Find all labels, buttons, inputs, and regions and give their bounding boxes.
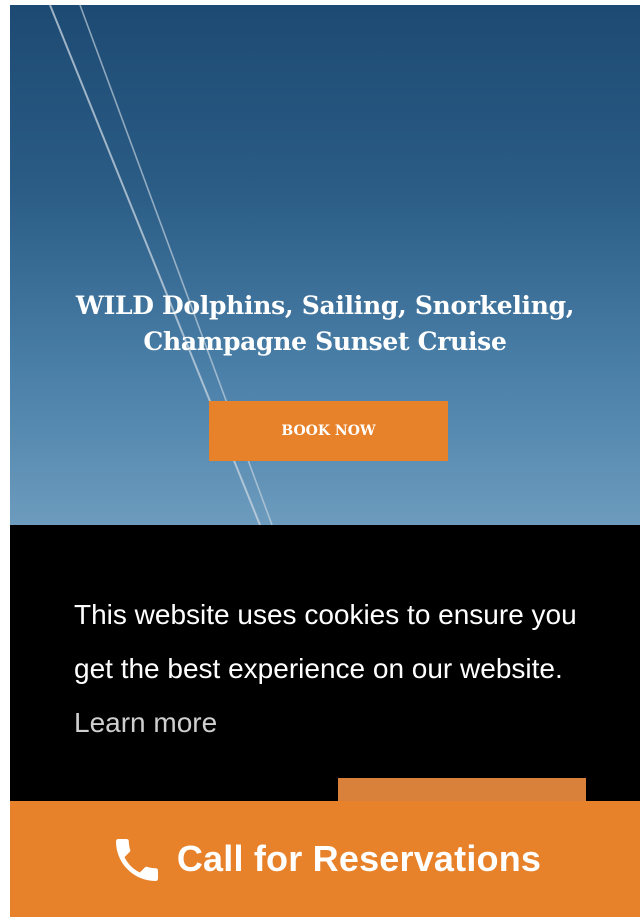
- book-now-button[interactable]: BOOK NOW: [209, 401, 448, 461]
- call-for-reservations-label: Call for Reservations: [176, 838, 542, 879]
- hero-title-line-2: Champagne Sunset Cruise: [143, 327, 507, 356]
- cookie-message-text: This website uses cookies to ensure you …: [74, 599, 577, 684]
- page: WILD Dolphins, Sailing, Snorkeling, Cham…: [0, 0, 640, 917]
- call-for-reservations-button[interactable]: Call for Reservations: [10, 801, 640, 917]
- phone-icon: [115, 839, 158, 881]
- hero-title-line-1: WILD Dolphins, Sailing, Snorkeling,: [75, 291, 575, 320]
- hero-title: WILD Dolphins, Sailing, Snorkeling, Cham…: [30, 288, 620, 360]
- hero-section: WILD Dolphins, Sailing, Snorkeling, Cham…: [10, 5, 640, 525]
- cookie-consent-banner: This website uses cookies to ensure you …: [10, 525, 640, 818]
- learn-more-link[interactable]: Learn more: [74, 707, 217, 738]
- cookie-message: This website uses cookies to ensure you …: [74, 588, 594, 750]
